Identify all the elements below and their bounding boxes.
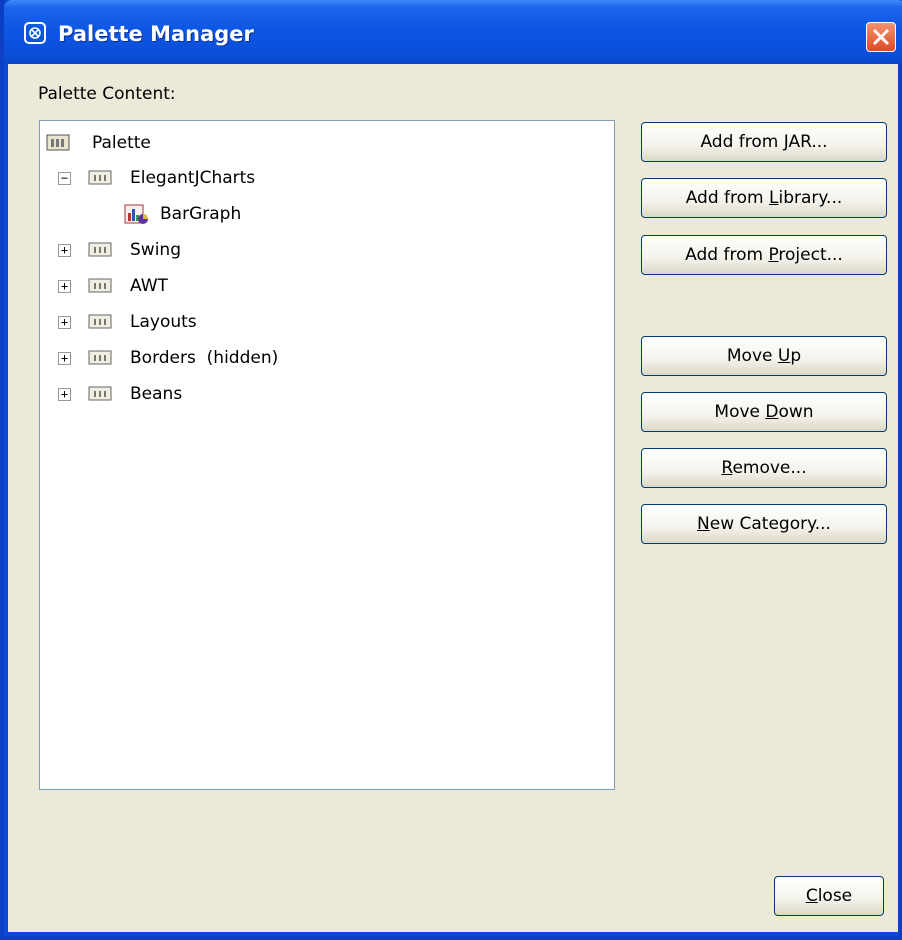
button-mnemonic: P xyxy=(768,245,779,265)
palette-manager-window: Palette Manager Palette Content: Palette… xyxy=(0,0,902,940)
button-label: Add from xyxy=(685,245,769,265)
button-mnemonic: N xyxy=(697,514,710,534)
expand-toggle-icon[interactable]: + xyxy=(58,388,71,401)
title-bar[interactable]: Palette Manager xyxy=(4,0,902,64)
palette-app-icon xyxy=(24,22,46,44)
category-label: ElegantJCharts xyxy=(130,168,256,188)
palette-category-icon xyxy=(88,242,112,257)
category-label: Beans xyxy=(130,384,183,404)
window-close-button[interactable] xyxy=(866,22,896,52)
expand-toggle-icon[interactable]: + xyxy=(58,352,71,365)
button-mnemonic: C xyxy=(805,886,818,906)
add-from-library-button[interactable]: Add from Library... xyxy=(641,178,887,218)
palette-category-icon xyxy=(88,278,112,293)
tree-category-swing[interactable]: + Swing xyxy=(40,236,600,264)
new-category-button[interactable]: New Category... xyxy=(641,504,887,544)
remove-button[interactable]: Remove... xyxy=(641,448,887,488)
bargraph-label: BarGraph xyxy=(160,204,242,224)
button-label: p xyxy=(790,346,802,366)
tree-category-layouts[interactable]: + Layouts xyxy=(40,308,600,336)
button-mnemonic: U xyxy=(777,346,791,366)
category-label: AWT xyxy=(130,276,168,296)
palette-category-icon xyxy=(88,314,112,329)
button-label: Move xyxy=(714,402,766,422)
tree-category-borders[interactable]: + Borders (hidden) xyxy=(40,344,600,372)
expand-toggle-icon[interactable]: + xyxy=(58,244,71,257)
tree-root-label: Palette xyxy=(92,133,151,153)
move-down-button[interactable]: Move Down xyxy=(641,392,887,432)
category-label: Swing xyxy=(130,240,181,260)
collapse-toggle-icon[interactable]: − xyxy=(58,172,71,185)
button-label: ibrary... xyxy=(778,188,843,208)
add-from-jar-button[interactable]: Add from JAR... xyxy=(641,122,887,162)
button-mnemonic: D xyxy=(765,402,779,422)
dialog-content: Palette Content: Palette − ElegantJChart… xyxy=(8,64,898,932)
button-label: own xyxy=(778,402,814,422)
close-x-icon xyxy=(872,28,890,46)
tree-category-elegantjcharts[interactable]: − ElegantJCharts xyxy=(40,164,600,192)
button-label: Move xyxy=(726,346,778,366)
window-title: Palette Manager xyxy=(58,22,254,46)
expand-toggle-icon[interactable]: + xyxy=(58,280,71,293)
move-up-button[interactable]: Move Up xyxy=(641,336,887,376)
tree-item-bargraph[interactable]: BarGraph xyxy=(40,200,600,228)
button-label: Add from xyxy=(685,188,770,208)
bargraph-bean-icon xyxy=(124,204,148,224)
expand-toggle-icon[interactable]: + xyxy=(58,316,71,329)
palette-category-icon xyxy=(88,350,112,365)
palette-tree[interactable]: Palette − ElegantJCharts BarGraph + Swin… xyxy=(39,120,615,790)
button-mnemonic: R xyxy=(721,458,733,478)
tree-category-beans[interactable]: + Beans xyxy=(40,380,600,408)
button-label: AR... xyxy=(788,132,828,152)
button-label: ew Category... xyxy=(709,514,831,534)
tree-category-awt[interactable]: + AWT xyxy=(40,272,600,300)
close-button[interactable]: Close xyxy=(774,876,884,916)
button-label: lose xyxy=(817,886,853,906)
button-label: roject... xyxy=(778,245,843,265)
button-mnemonic: L xyxy=(769,188,779,208)
palette-category-icon xyxy=(88,170,112,185)
button-label: Add from xyxy=(700,132,784,152)
button-label: emove... xyxy=(732,458,807,478)
category-label: Borders (hidden) xyxy=(130,348,279,368)
palette-category-icon xyxy=(88,386,112,401)
palette-content-label: Palette Content: xyxy=(38,84,176,104)
palette-category-icon xyxy=(46,134,70,151)
add-from-project-button[interactable]: Add from Project... xyxy=(641,235,887,275)
category-label: Layouts xyxy=(130,312,197,332)
